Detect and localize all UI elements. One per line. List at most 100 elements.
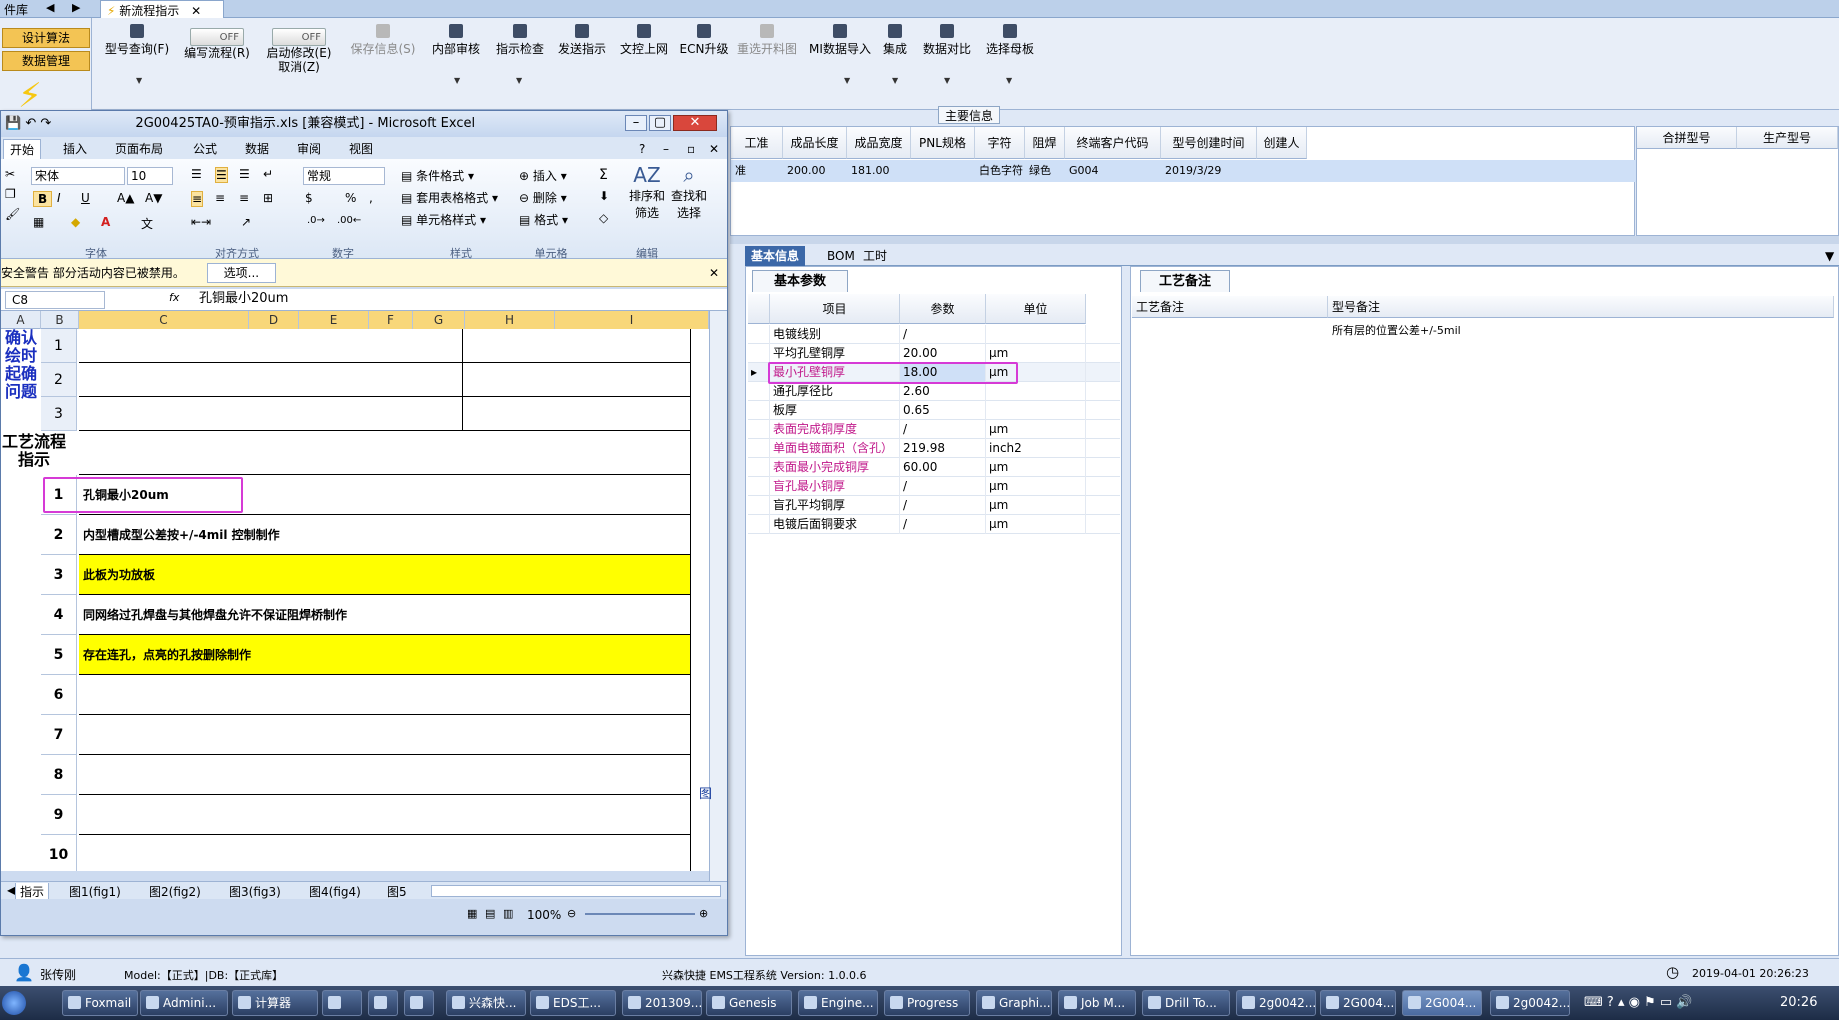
table-row[interactable]: 表面完成铜厚度 / μm (748, 420, 1120, 439)
table-row[interactable]: 盲孔平均铜厚 / μm (748, 496, 1120, 515)
sheet-cell[interactable] (79, 363, 463, 397)
close-icon[interactable]: ✕ (709, 259, 719, 287)
sheet-cell[interactable] (463, 363, 691, 397)
minimize-icon[interactable]: – (625, 115, 647, 131)
save-icon[interactable]: 💾 (5, 116, 21, 131)
page-layout-icon[interactable]: ▤ (485, 907, 495, 920)
instruction-cell[interactable] (79, 715, 691, 755)
sum-icon[interactable]: Σ (599, 167, 608, 183)
tab-work-hours[interactable]: 工时 (857, 246, 893, 266)
align-right-icon[interactable]: ≡ (239, 191, 249, 205)
dropdown-arrow-icon[interactable]: ▼ (454, 76, 460, 85)
new-flow-tab[interactable]: ⚡ 新流程指示 ✕ (100, 0, 224, 18)
cut-icon[interactable]: ✂ (5, 167, 15, 181)
row-indicator[interactable] (748, 382, 770, 401)
dropdown-arrow-icon[interactable]: ▼ (1006, 76, 1012, 85)
undo-icon[interactable]: ↶ (25, 116, 36, 131)
align-center-icon[interactable]: ≡ (215, 191, 225, 205)
col-header[interactable]: D (249, 311, 299, 329)
sheet-tab[interactable]: 图2(fig2) (145, 883, 205, 900)
col-header[interactable]: H (465, 311, 555, 329)
taskbar-item[interactable]: Admini... (140, 990, 228, 1016)
start-button[interactable] (2, 991, 26, 1015)
row-number-cell[interactable]: 5 (41, 635, 77, 675)
select-mother-board-button[interactable]: 选择母板 (980, 22, 1040, 56)
mi-import-button[interactable]: MI数据导入 (806, 22, 874, 56)
font-size-select[interactable]: 10 (127, 167, 173, 185)
taskbar-item[interactable]: Progress (884, 990, 970, 1016)
tab-insert[interactable]: 插入 (57, 139, 93, 159)
model-query-button[interactable]: 型号查询(F) (102, 22, 172, 56)
function-icon[interactable]: fx (169, 291, 179, 304)
taskbar-item[interactable]: Graphi... (976, 990, 1052, 1016)
row-header[interactable]: 2 (41, 363, 77, 397)
italic-button[interactable]: I (57, 191, 61, 205)
grow-font-button[interactable]: A▲ (117, 191, 134, 205)
table-row[interactable]: 电镀线别 / (748, 325, 1120, 344)
taskbar-item[interactable]: 2g0042... (1490, 990, 1570, 1016)
table-row[interactable]: 通孔厚径比 2.60 (748, 382, 1120, 401)
row-indicator[interactable] (748, 477, 770, 496)
dropdown-arrow-icon[interactable]: ▼ (136, 76, 142, 85)
tab-view[interactable]: 视图 (343, 139, 379, 159)
taskbar-item[interactable]: 2g0042... (1236, 990, 1316, 1016)
orientation-icon[interactable]: ↗ (241, 215, 251, 229)
nav-right-icon[interactable]: ▶ (72, 1, 80, 14)
send-instruction-button[interactable]: 发送指示 (552, 22, 612, 56)
reselect-cut-button[interactable]: 重选开料图 (734, 22, 800, 56)
align-top-icon[interactable]: ☰ (191, 167, 202, 181)
close-icon[interactable]: ✕ (703, 139, 725, 159)
decrease-decimal-icon[interactable]: .00← (337, 215, 361, 226)
sheet-tab[interactable]: 图4(fig4) (305, 883, 365, 900)
fill-color-icon[interactable]: ◆ (71, 215, 80, 229)
flag-icon[interactable]: ⚑ (1644, 995, 1656, 1010)
row-indicator[interactable] (748, 325, 770, 344)
table-row[interactable]: 板厚 0.65 (748, 401, 1120, 420)
cell-style-button[interactable]: ▤ 单元格样式 ▾ (401, 211, 486, 228)
sheet-tab[interactable]: 图3(fig3) (225, 883, 285, 900)
taskbar-item[interactable]: 兴森快... (446, 990, 526, 1016)
col-header[interactable]: E (299, 311, 369, 329)
zoom-level[interactable]: 100% (527, 908, 561, 922)
instruction-cell[interactable] (79, 795, 691, 835)
options-button[interactable]: 选项... (206, 263, 277, 283)
row-number-cell[interactable]: 4 (41, 595, 77, 635)
table-row[interactable]: 电镀后面铜要求 / μm (748, 515, 1120, 534)
col-header[interactable]: B (41, 311, 79, 329)
help-icon[interactable]: ? (1607, 995, 1614, 1010)
table-row[interactable]: 单面电镀面积（含孔） 219.98 inch2 (748, 439, 1120, 458)
sheet-cell[interactable] (463, 397, 691, 431)
row-indicator[interactable]: ▸ (748, 363, 770, 382)
taskbar-item[interactable] (322, 990, 362, 1016)
normal-view-icon[interactable]: ▦ (467, 907, 477, 920)
ecn-upgrade-button[interactable]: ECN升级 (676, 22, 732, 56)
conditional-format-button[interactable]: ▤ 条件格式 ▾ (401, 167, 474, 184)
tab-review[interactable]: 审阅 (291, 139, 327, 159)
redo-icon[interactable]: ↷ (40, 116, 51, 131)
row-indicator[interactable] (748, 344, 770, 363)
nav-left-icon[interactable]: ◀ (46, 1, 54, 14)
tab-bom[interactable]: BOM (821, 246, 861, 266)
page-break-icon[interactable]: ▥ (503, 907, 513, 920)
copy-icon[interactable]: ❐ (5, 187, 16, 201)
row-number-cell[interactable]: 10 (41, 835, 77, 871)
instruction-cell[interactable] (79, 675, 691, 715)
format-painter-icon[interactable]: 🖌 (5, 207, 20, 221)
underline-button[interactable]: U (81, 191, 90, 205)
instruction-cell[interactable]: 此板为功放板 (79, 555, 691, 595)
internal-review-button[interactable]: 内部审核 (426, 22, 486, 56)
close-icon[interactable]: ✕ (191, 4, 201, 18)
taskbar-item[interactable]: Genesis (706, 990, 792, 1016)
row-indicator[interactable] (748, 458, 770, 477)
tab-page-layout[interactable]: 页面布局 (109, 139, 169, 159)
tab-data[interactable]: 数据 (239, 139, 275, 159)
table-format-button[interactable]: ▤ 套用表格格式 ▾ (401, 189, 498, 206)
row-number-cell[interactable]: 7 (41, 715, 77, 755)
dropdown-arrow-icon[interactable]: ▼ (844, 76, 850, 85)
doc-online-button[interactable]: 文控上网 (614, 22, 674, 56)
taskbar-item[interactable]: Drill To... (1142, 990, 1230, 1016)
taskbar-item[interactable]: EDS工... (530, 990, 616, 1016)
horizontal-scrollbar[interactable] (431, 885, 721, 897)
taskbar-item[interactable]: 计算器 (232, 990, 318, 1016)
tab-craft-notes[interactable]: 工艺备注 (1140, 270, 1230, 292)
